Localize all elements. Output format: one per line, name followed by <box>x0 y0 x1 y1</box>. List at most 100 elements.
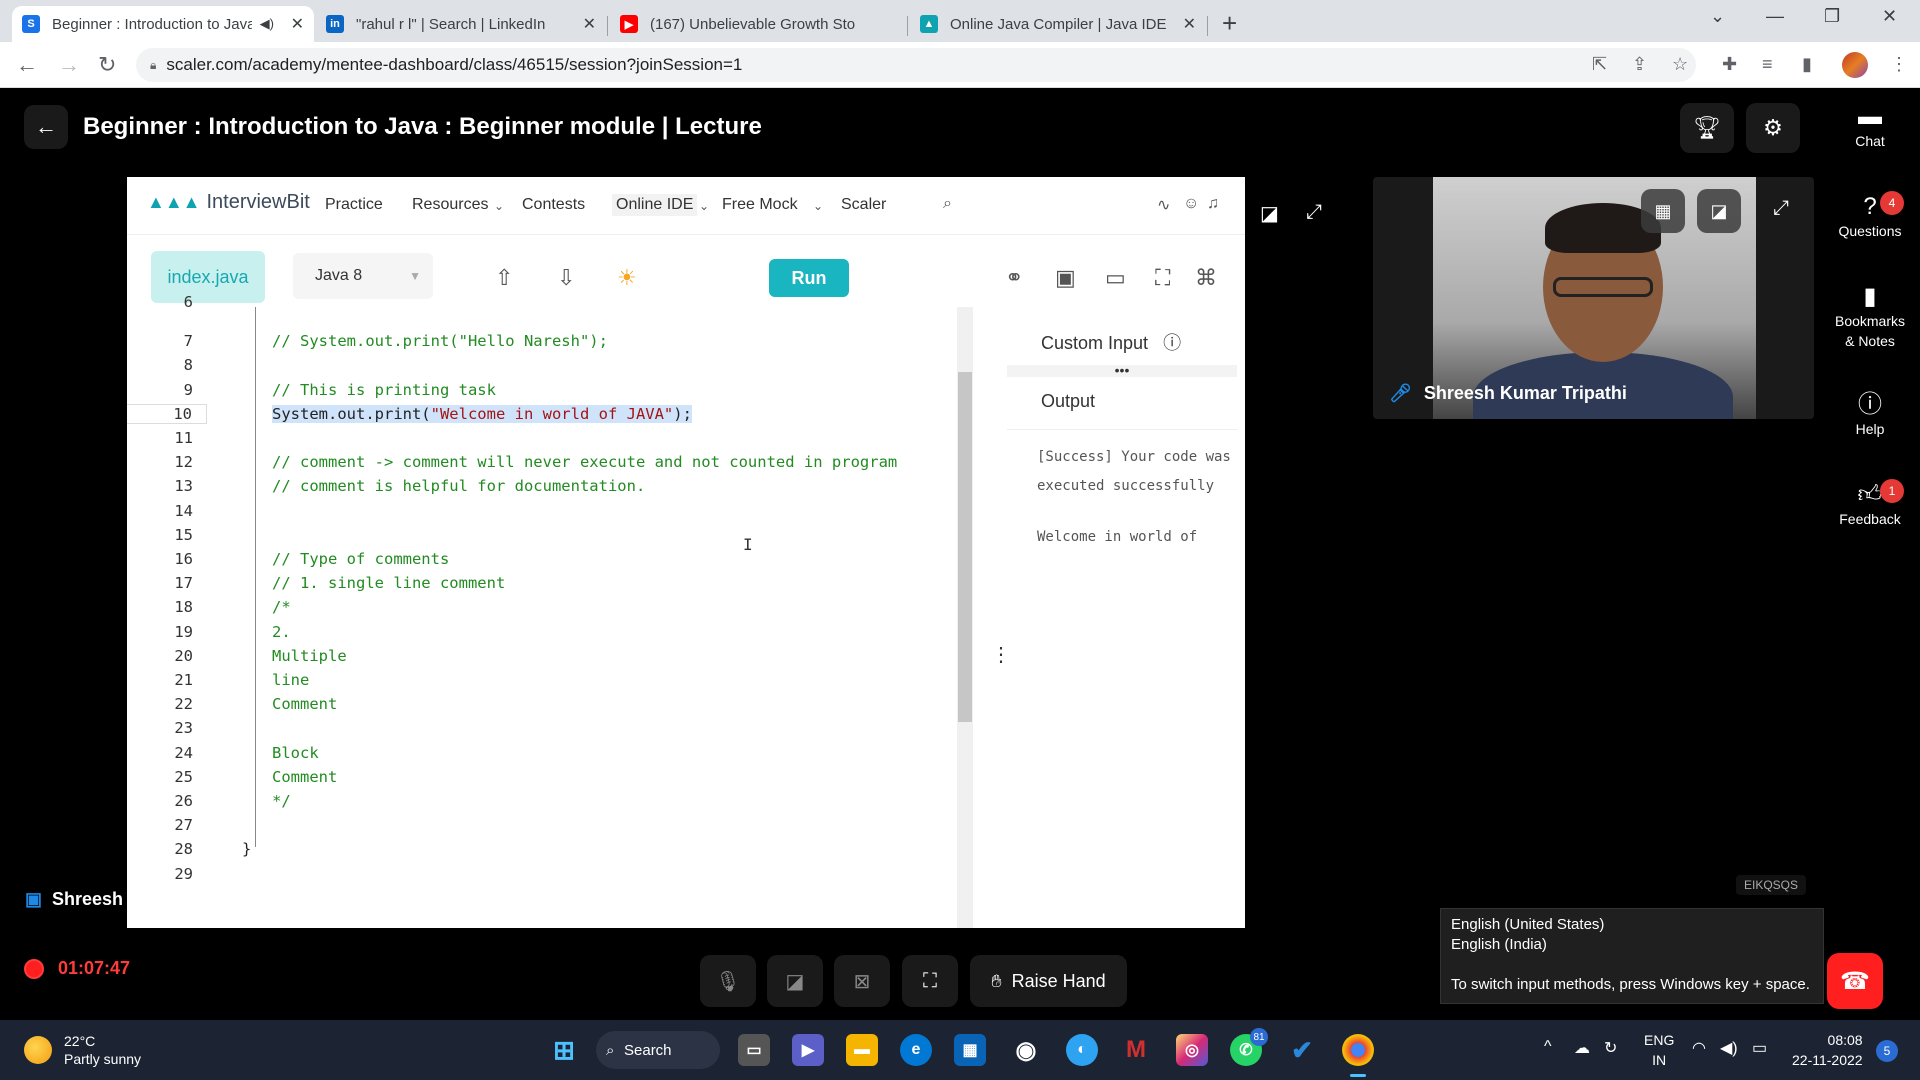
close-tab-icon[interactable]: ✕ <box>1183 14 1196 34</box>
code-editor[interactable]: 6 7 // System.out.print("Hello Naresh"); 8 9… <box>127 295 987 928</box>
bookmark-star-icon[interactable]: ☆ <box>1672 54 1688 75</box>
onedrive-icon[interactable]: ☁ <box>1574 1038 1590 1058</box>
sidebar-item-bookmarks[interactable]: ▮ Bookmarks & Notes <box>1820 285 1920 351</box>
code-line[interactable]: 25 Comment <box>127 765 987 789</box>
mic-toggle-button[interactable]: 🎙︎ <box>700 955 756 1007</box>
info-icon[interactable]: ⓘ <box>1163 333 1181 353</box>
code-line[interactable]: 13 // comment is helpful for documentatio… <box>127 474 987 498</box>
code-line[interactable]: 10 System.out.print("Welcome in world of … <box>127 402 987 426</box>
close-window-icon[interactable]: ✕ <box>1882 6 1897 27</box>
notification-badge[interactable]: 5 <box>1876 1040 1898 1062</box>
folder-code-icon[interactable]: ▭ <box>1105 265 1126 291</box>
upload-icon[interactable]: ⇧ <box>495 265 513 291</box>
nav-resources[interactable]: Resources <box>412 196 488 214</box>
paint-icon[interactable]: ◐ <box>1066 1034 1098 1066</box>
run-button[interactable]: Run <box>769 259 849 297</box>
code-line[interactable]: 20 Multiple <box>127 644 987 668</box>
bell-icon[interactable]: ♫ <box>1207 195 1219 213</box>
extensions-icon[interactable]: ✚ <box>1722 54 1737 75</box>
fullscreen-button[interactable]: ⛶ <box>902 955 958 1007</box>
forward-icon[interactable]: → <box>58 52 80 78</box>
download-icon[interactable]: ⇩ <box>557 265 575 291</box>
file-explorer-icon[interactable]: ▬ <box>846 1034 878 1066</box>
url-field[interactable]: 🔒︎ scaler.com/academy/mentee-dashboard/c… <box>136 48 1696 82</box>
sidebar-item-questions[interactable]: ? Questions 4 <box>1820 191 1920 241</box>
code-line[interactable]: 19 2. <box>127 620 987 644</box>
teams-icon[interactable]: ▶ <box>792 1034 824 1066</box>
leaderboard-button[interactable]: 🏆︎ <box>1680 103 1734 153</box>
code-line[interactable]: 7 // System.out.print("Hello Naresh"); <box>127 329 987 353</box>
code-line[interactable]: 6 <box>127 295 987 309</box>
share-icon[interactable]: ⇪ <box>1632 54 1647 75</box>
taskbar-search[interactable]: ⌕ Search <box>596 1031 720 1069</box>
user-icon[interactable]: ☺ <box>1183 195 1199 213</box>
sync-icon[interactable]: ↻ <box>1604 1038 1617 1058</box>
settings-button[interactable]: ⚙ <box>1746 103 1800 153</box>
close-tab-icon[interactable]: ✕ <box>291 14 304 34</box>
sidebar-item-feedback[interactable]: 👍︎ Feedback 1 <box>1820 479 1920 529</box>
tab-search-icon[interactable]: ⌄ <box>1710 6 1725 27</box>
windows-start-icon[interactable]: ⊞ <box>548 1034 580 1066</box>
store-icon[interactable]: ▦ <box>954 1034 986 1066</box>
browser-tab-interviewbit[interactable]: ▲ Online Java Compiler | Java IDE C ✕ <box>910 6 1206 42</box>
code-line[interactable]: 24 Block <box>127 741 987 765</box>
code-line[interactable]: 8 <box>127 353 987 377</box>
profile-avatar[interactable] <box>1842 52 1868 78</box>
chrome-menu-icon[interactable]: ⋮ <box>1890 54 1908 75</box>
nav-practice[interactable]: Practice <box>325 196 383 214</box>
raise-hand-button[interactable]: ✋︎ Raise Hand <box>970 955 1127 1007</box>
theme-sun-icon[interactable]: ☀ <box>617 265 637 291</box>
code-line[interactable]: 29 <box>127 862 987 886</box>
scrollbar-thumb[interactable] <box>958 372 972 722</box>
chrome-icon[interactable] <box>1342 1034 1374 1066</box>
browser-tab-linkedin[interactable]: in "rahul r l" | Search | LinkedIn ✕ <box>316 6 606 42</box>
leave-call-button[interactable]: ☎ <box>1827 953 1883 1009</box>
nav-free-mock[interactable]: Free Mock <box>722 196 798 214</box>
search-icon[interactable]: ⌕ <box>943 195 952 213</box>
fullscreen-icon[interactable]: ⛶ <box>1155 265 1170 291</box>
activity-icon[interactable]: ∿ <box>1157 195 1170 215</box>
expand-icon[interactable]: ⤢ <box>1773 197 1789 220</box>
save-icon[interactable]: ▣ <box>1055 265 1076 291</box>
open-in-app-icon[interactable]: ⇱ <box>1592 54 1607 75</box>
code-line[interactable]: 14 <box>127 499 987 523</box>
code-line[interactable]: 15 <box>127 523 987 547</box>
browser-tab-scaler[interactable]: S Beginner : Introduction to Java ◀) ✕ <box>12 6 314 42</box>
nav-contests[interactable]: Contests <box>522 196 585 214</box>
github-icon[interactable]: ◉ <box>1010 1034 1042 1066</box>
camera-toggle-button[interactable]: ◪ <box>1697 189 1741 233</box>
camera-toggle-button[interactable]: ◪ <box>767 955 823 1007</box>
code-line[interactable]: 26 */ <box>127 789 987 813</box>
screen-share-toggle-button[interactable]: ⊠ <box>834 955 890 1007</box>
system-clock[interactable]: 08:08 22-11-2022 <box>1792 1030 1863 1070</box>
nav-online-ide[interactable]: Online IDE <box>612 194 698 216</box>
browser-tab-youtube[interactable]: ▶ (167) Unbelievable Growth Story <box>610 6 906 42</box>
speaker-icon[interactable]: ◀) <box>260 16 274 32</box>
input-language-indicator[interactable]: ENG IN <box>1644 1030 1674 1070</box>
code-line[interactable]: 28} <box>127 837 987 861</box>
wifi-icon[interactable]: ◠ <box>1692 1038 1706 1058</box>
interviewbit-logo[interactable]: ▲▲▲ InterviewBit <box>147 191 310 214</box>
link-icon[interactable]: ⚭ <box>1005 265 1023 291</box>
restore-icon[interactable]: ❐ <box>1824 6 1840 27</box>
sidebar-item-chat[interactable]: ▬ Chat <box>1820 105 1920 151</box>
code-line[interactable]: 22 Comment <box>127 692 987 716</box>
code-line[interactable]: 11 <box>127 426 987 450</box>
sidebar-item-help[interactable]: ⓘ Help <box>1820 393 1920 439</box>
code-line[interactable]: 18 /* <box>127 595 987 619</box>
reload-icon[interactable]: ↻ <box>98 52 116 78</box>
editor-scrollbar[interactable] <box>957 307 973 928</box>
nav-scaler[interactable]: Scaler <box>841 196 886 214</box>
expand-icon[interactable]: ⤢ <box>1306 201 1322 224</box>
code-line[interactable]: 16 // Type of comments <box>127 547 987 571</box>
side-panel-icon[interactable]: ▮ <box>1802 54 1812 75</box>
code-line[interactable]: 17 // 1. single line comment <box>127 571 987 595</box>
todo-icon[interactable]: ✔ <box>1286 1034 1318 1066</box>
code-line[interactable]: 23 <box>127 716 987 740</box>
code-line[interactable]: 12 // comment -> comment will never execu… <box>127 450 987 474</box>
back-button[interactable]: ← <box>24 105 68 149</box>
close-tab-icon[interactable]: ✕ <box>583 14 596 34</box>
code-line[interactable]: 27 <box>127 813 987 837</box>
chevron-up-icon[interactable]: ^ <box>1544 1038 1552 1056</box>
media-control-icon[interactable]: ≡ <box>1762 54 1773 75</box>
